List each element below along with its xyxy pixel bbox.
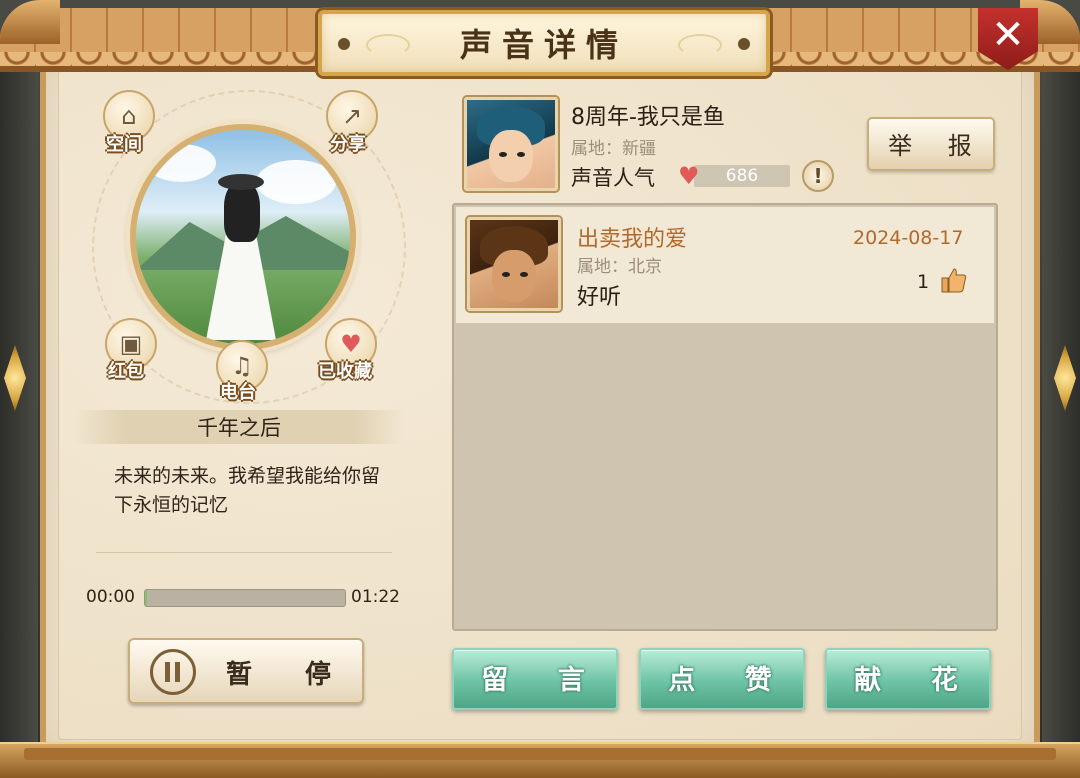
red-packet-label: 红包: [108, 361, 144, 382]
comment-like-count: 1: [917, 271, 930, 293]
uploader-location: 属地：新疆: [571, 139, 656, 159]
report-button[interactable]: 举 报: [867, 117, 995, 171]
avatar-eye: [520, 272, 528, 277]
space-label: 空间: [106, 134, 142, 155]
uploader-avatar[interactable]: [464, 97, 558, 191]
avatar-eye: [502, 272, 510, 277]
title-plaque: 声音详情: [318, 10, 770, 76]
comment-text: 好听: [577, 285, 622, 310]
flower-button[interactable]: 献 花: [825, 648, 991, 710]
commenter-avatar[interactable]: [467, 217, 561, 311]
avatar-eye: [499, 152, 507, 157]
comment-date: 2024-08-17: [853, 227, 964, 249]
song-title: 千年之后: [197, 416, 281, 440]
popularity-value: 686: [694, 165, 790, 187]
plaque-dot: [738, 38, 750, 50]
progress-bar[interactable]: [144, 589, 346, 607]
plaque-dot: [338, 38, 350, 50]
cover-image: [130, 124, 356, 350]
message-button[interactable]: 留 言: [452, 648, 618, 710]
cloud: [146, 144, 216, 182]
home-icon: ⌂: [121, 102, 137, 130]
left-side-frame: [0, 60, 38, 750]
comment-location: 属地：北京: [577, 257, 662, 277]
figure-hair: [224, 182, 260, 242]
red-packet-icon: ▣: [119, 330, 143, 358]
cloud: [256, 160, 336, 204]
comment-author[interactable]: 出卖我的爱: [577, 221, 687, 253]
song-description: 未来的未来。我希望我能给你留下永恒的记忆: [114, 465, 381, 516]
like-button[interactable]: 点 赞: [639, 648, 805, 710]
favorite-label: 已收藏: [318, 361, 372, 382]
bottom-frame-rail: [24, 748, 1056, 760]
avatar-face: [492, 250, 536, 302]
popularity-label: 声音人气: [571, 166, 655, 190]
avatar-eye: [517, 152, 525, 157]
heart-icon: ♥: [678, 162, 700, 190]
info-icon[interactable]: !: [802, 160, 834, 192]
total-time: 01:22: [351, 587, 400, 607]
avatar-face: [489, 130, 533, 182]
heart-icon: ♥: [340, 330, 362, 358]
page-title: 声音详情: [459, 26, 628, 64]
right-side-frame: [1042, 60, 1080, 750]
cloud-ornament: [678, 34, 722, 56]
uploader-name: 8周年-我只是鱼: [571, 105, 725, 130]
thumbs-up-icon[interactable]: [940, 266, 968, 294]
figure-hat: [218, 174, 264, 190]
share-label: 分享: [330, 134, 366, 155]
current-time: 00:00: [86, 587, 135, 607]
progress-fill: [145, 590, 147, 606]
pause-icon: [150, 649, 196, 695]
pause-label: 暂 停: [226, 660, 354, 690]
song-title-bar: 千年之后: [74, 410, 404, 444]
close-icon: ✕: [991, 12, 1025, 58]
cloud-ornament: [366, 34, 410, 56]
pause-button[interactable]: 暂 停: [128, 638, 364, 704]
share-icon: ↗: [341, 102, 363, 130]
radio-label: 电台: [220, 382, 256, 403]
divider: [96, 552, 392, 553]
gramophone-icon: ♫: [231, 352, 253, 380]
